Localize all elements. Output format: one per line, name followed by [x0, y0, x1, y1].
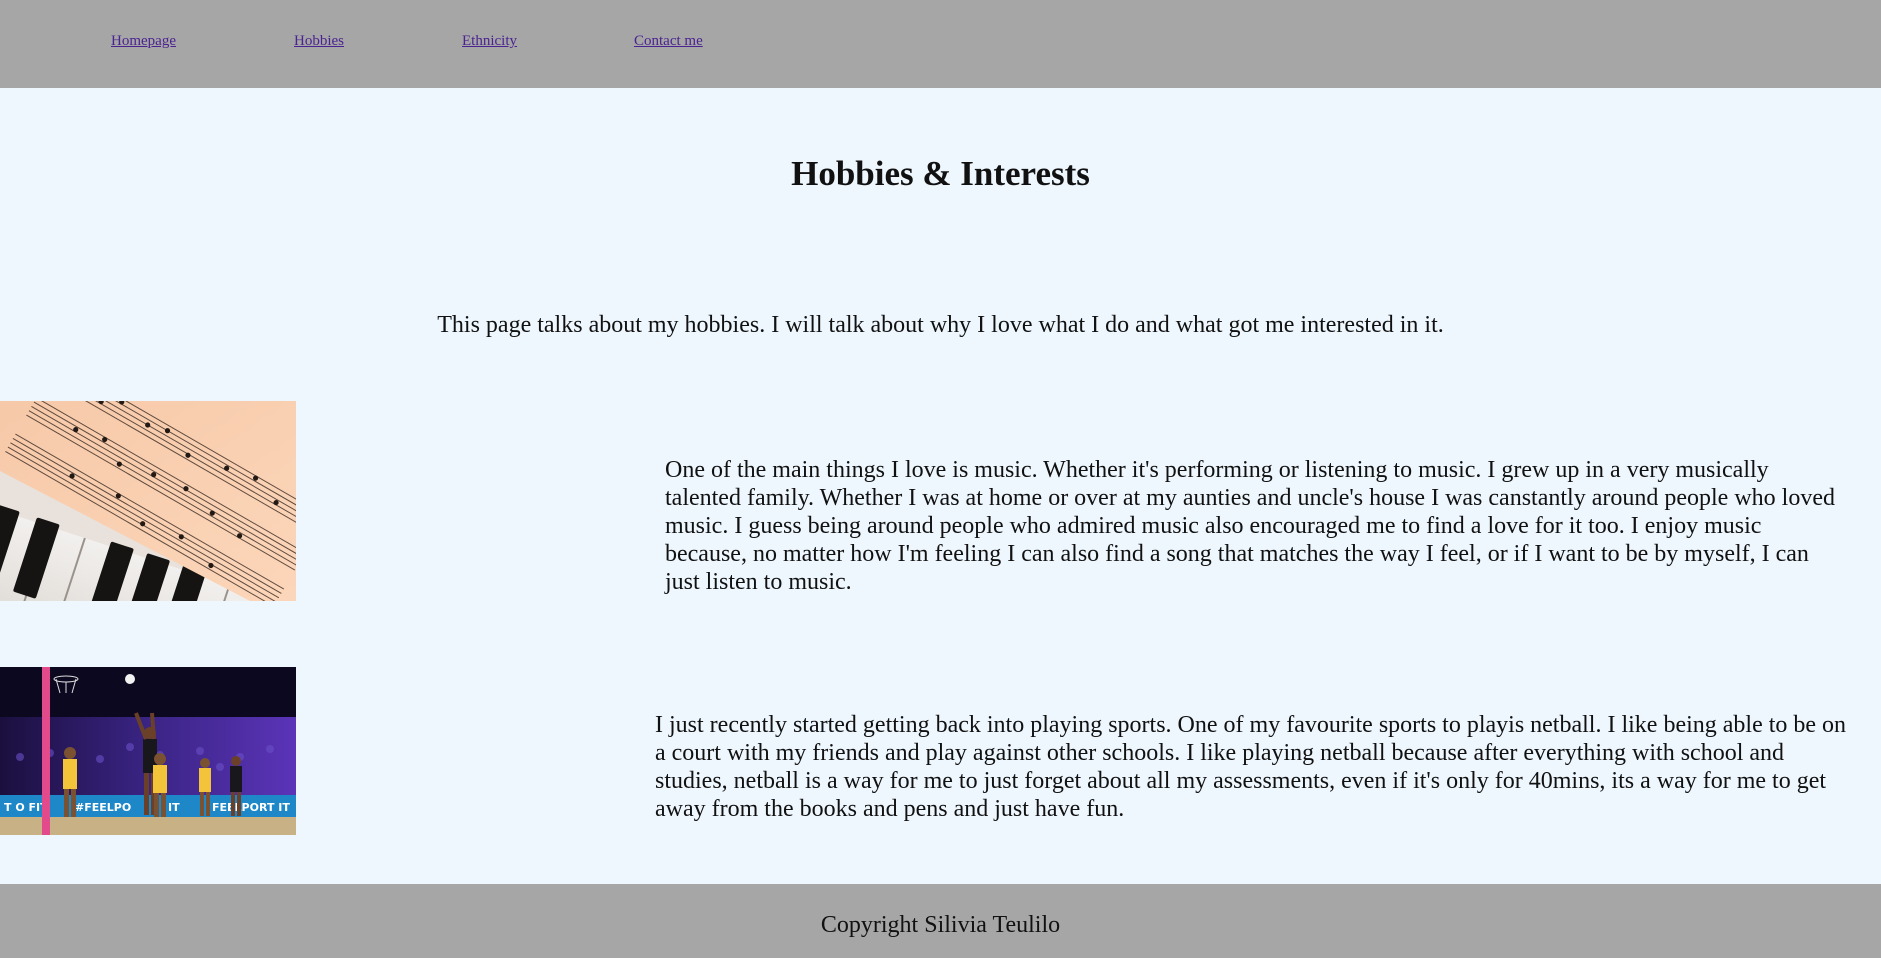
music-paragraph: One of the main things I love is music. … — [665, 457, 1835, 595]
banner-text-3: IT — [168, 801, 180, 814]
nav-bar: Homepage Hobbies Ethnicity Contact me — [0, 0, 1881, 88]
nav-link-ethnicity[interactable]: Ethnicity — [462, 33, 517, 50]
intro-text: This page talks about my hobbies. I will… — [437, 312, 1444, 338]
banner-text-2: #FEELPO — [75, 801, 131, 814]
banner-text-4: FEELPORT IT — [212, 801, 290, 814]
nav-link-homepage[interactable]: Homepage — [111, 33, 176, 50]
footer: Copyright Silivia Teulilo — [0, 884, 1881, 958]
copyright-text: Copyright Silivia Teulilo — [820, 912, 1061, 938]
banner-text-1: T O FIT — [4, 801, 48, 814]
sheet-music-piano-photo — [0, 401, 296, 601]
netball-paragraph: I just recently started getting back int… — [655, 712, 1847, 822]
nav-link-contact-me[interactable]: Contact me — [634, 33, 703, 50]
netball-game-photo: T O FIT #FEELPO IT FEELPORT IT — [0, 667, 296, 835]
nav-link-hobbies[interactable]: Hobbies — [294, 33, 344, 50]
page-title: Hobbies & Interests — [791, 154, 1090, 193]
